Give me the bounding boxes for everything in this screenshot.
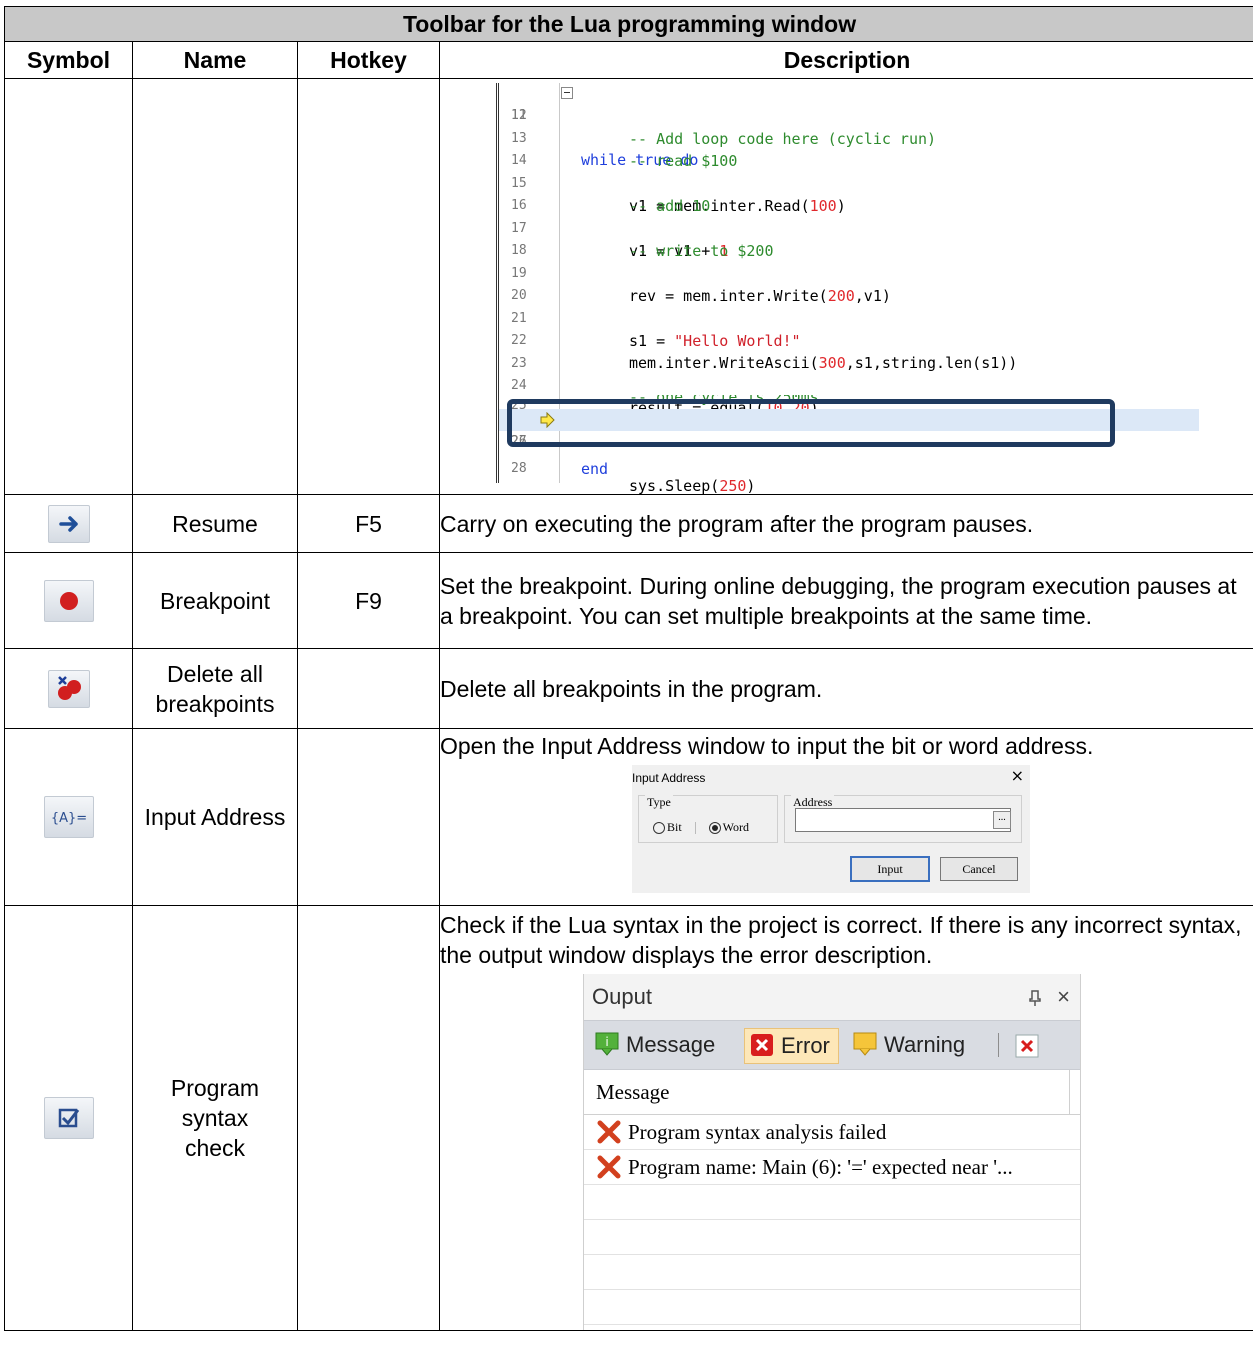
row-description: Delete all breakpoints in the program. [438,648,1253,729]
warning-icon [853,1032,877,1056]
code-line: 11 while true do [499,83,1199,169]
row-description: Set the breakpoint. During online debugg… [438,552,1253,649]
code-line: 28 end [511,460,609,478]
row-description: Check if the Lua syntax in the project i… [440,912,1242,968]
empty-hotkey-cell [297,78,440,495]
tab-error[interactable]: Error [744,1028,839,1064]
error-x-icon [597,1120,621,1144]
row-name: Resume [132,494,298,553]
header-description: Description [438,41,1253,79]
header-name: Name [132,41,298,79]
empty-symbol-cell [4,78,133,495]
code-line: 13 -- Add loop code here (cyclic run) [511,130,937,148]
code-editor-cell: 11 while true do 12 13 -- Add loop code h… [438,78,1253,495]
row-hotkey [297,728,440,906]
output-title: Ouput [592,984,652,1009]
table-row: Delete all breakpoints Delete all breakp… [4,648,1253,729]
row-hotkey [297,648,440,729]
empty-name-cell [132,78,298,495]
tab-message[interactable]: i Message [594,1028,715,1062]
empty-row [584,1220,1080,1255]
code-line: 24 result = equal(10,20) [511,378,819,417]
code-line: 15 v1 = mem.inter.Read(100) [511,176,846,215]
collapse-icon[interactable] [561,87,573,99]
word-radio[interactable] [708,822,721,835]
table-row: Breakpoint F9 Set the breakpoint. During… [4,552,1253,649]
row-hotkey: F9 [297,552,440,649]
row-description: Carry on executing the program after the… [438,494,1253,553]
output-tabs: i Message Error Warning [584,1020,1080,1070]
message-column-header: Message [584,1070,1080,1115]
code-line: 18 -- write to $200 [511,242,774,260]
list-item[interactable]: Program syntax analysis failed [584,1115,1080,1150]
svg-text:i: i [605,1035,608,1049]
svg-text:{A}=: {A}= [50,811,86,826]
row-name: Delete all breakpoints [132,648,298,729]
code-line: 23 [511,356,527,371]
code-line: 16 -- add 10 [511,197,711,215]
code-editor: 11 while true do 12 13 -- Add loop code h… [496,83,1199,495]
code-line: 22 mem.inter.WriteAscii(300,s1,string.le… [511,333,1018,372]
delete-breakpoints-icon[interactable] [47,669,90,708]
bit-radio[interactable] [653,822,665,835]
row-hotkey [297,905,440,1331]
table-row: {A}= Input Address Open the Input Addres… [4,728,1253,906]
bit-label: Bit [667,820,682,834]
code-line: 14 -- read $100 [511,152,738,170]
dialog-close-icon[interactable]: × [1011,761,1024,791]
header-hotkey: Hotkey [297,41,440,79]
message-icon: i [595,1032,619,1056]
row-name: Program syntax check [132,905,298,1331]
close-icon[interactable]: × [1057,974,1070,1020]
word-label: Word [722,820,750,834]
header-symbol: Symbol [4,41,133,79]
error-icon [751,1034,773,1057]
row-hotkey: F5 [297,494,440,553]
cancel-button[interactable]: Cancel [940,857,1018,881]
row-name: Input Address [132,728,298,906]
table-row: Program syntax check Check if the Lua sy… [4,905,1253,1331]
table-row: Resume F5 Carry on executing the program… [4,494,1253,553]
tab-warning[interactable]: Warning [852,1028,965,1062]
type-group: Type Bit Word [638,787,778,843]
output-window: Ouput × i Message Error Warning Message … [583,974,1081,1330]
address-group: Address ... [784,787,1022,843]
toolbar-table: Toolbar for the Lua programming window S… [3,6,1253,1331]
input-address-dialog: Input Address × Type Bit Word Address ..… [632,765,1030,893]
error-x-icon [597,1155,621,1179]
code-line: 21 s1 = "Hello World!" [511,311,801,350]
empty-row [584,1255,1080,1290]
empty-row [584,1185,1080,1220]
code-line: 17 v1 = v1 + 1 [511,221,729,260]
clear-icon[interactable] [1014,1033,1040,1059]
row-name: Breakpoint [132,552,298,649]
address-input[interactable] [795,808,1011,832]
code-line: 19 rev = mem.inter.Write(200,v1) [511,266,891,305]
highlight-frame [507,399,1115,447]
pin-icon[interactable] [1028,974,1042,1020]
code-line: 20 [511,288,527,303]
resume-arrow-icon[interactable] [47,504,90,543]
table-title: Toolbar for the Lua programming window [3,6,1253,42]
browse-button[interactable]: ... [993,811,1011,829]
breakpoint-icon[interactable] [43,579,94,622]
row-description: Open the Input Address window to input t… [440,733,1094,759]
syntax-check-icon[interactable] [43,1097,94,1139]
code-line: 12 [511,108,527,123]
empty-row [584,1290,1080,1325]
input-address-icon[interactable]: {A}= [43,796,94,838]
input-button[interactable]: Input [850,856,930,882]
list-item[interactable]: Program name: Main (6): '=' expected nea… [584,1150,1080,1185]
